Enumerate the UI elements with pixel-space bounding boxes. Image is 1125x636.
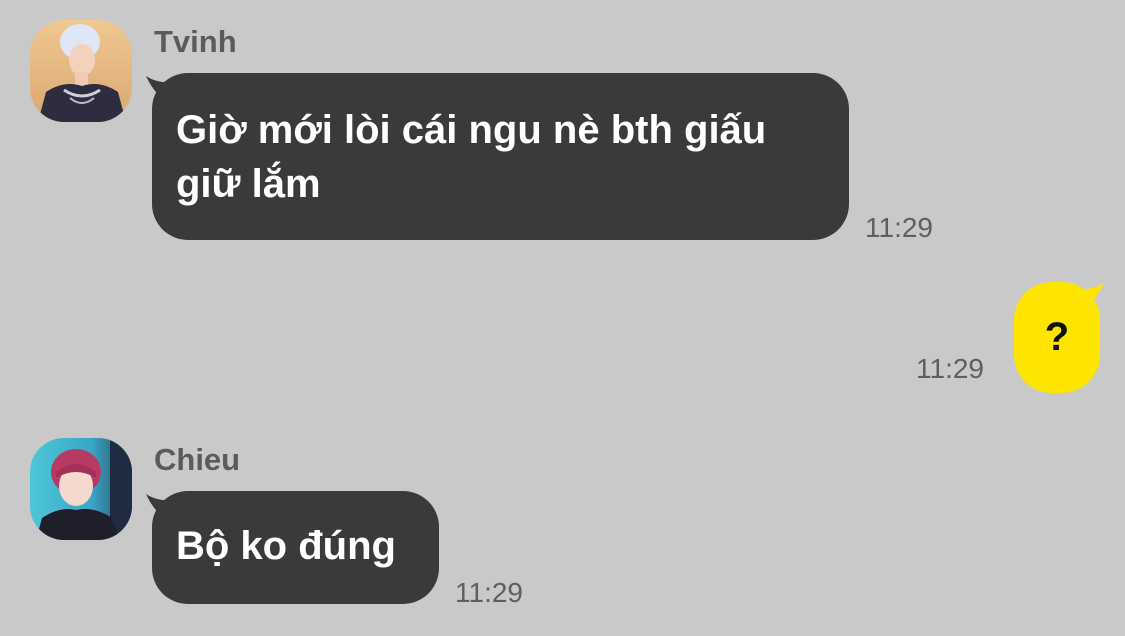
- message-time: 11:29: [916, 353, 984, 384]
- message-text: Bộ ko đúng: [176, 524, 396, 568]
- message-time: 11:29: [865, 212, 933, 243]
- profile-photo-chieu-icon: [30, 438, 132, 540]
- message-bubble[interactable]: Bộ ko đúng: [152, 491, 439, 604]
- message-time: 11:29: [455, 577, 523, 608]
- message-bubble[interactable]: Giờ mới lòi cái ngu nè bth giấu giữ lắm: [152, 73, 849, 240]
- sender-name-tvinh: Tvinh: [154, 24, 237, 59]
- message-text: Giờ mới lòi cái ngu nè bth giấu giữ lắm: [176, 108, 767, 206]
- message-text: ?: [1044, 315, 1070, 359]
- sender-name-chieu: Chieu: [154, 442, 241, 477]
- avatar-chieu[interactable]: [30, 438, 132, 540]
- bubble-tail-outgoing: [1074, 283, 1104, 315]
- profile-photo-tvinh-icon: [30, 20, 132, 122]
- avatar-tvinh[interactable]: [30, 20, 132, 122]
